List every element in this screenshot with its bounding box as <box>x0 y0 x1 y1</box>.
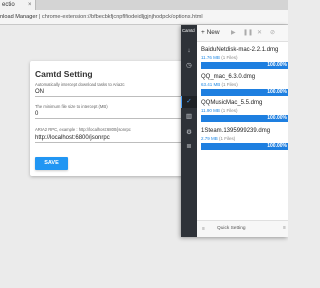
new-task-button[interactable]: + New <box>201 29 220 36</box>
settings-icon[interactable]: ⚙ <box>185 129 193 137</box>
browser-tab-bar: ectio × <box>0 0 288 10</box>
url-text[interactable]: nload Manager | chrome-extension://bfbec… <box>0 12 203 22</box>
auto-intercept-label: Automatically intercept download tasks t… <box>35 82 125 87</box>
save-button[interactable]: SAVE <box>35 157 68 170</box>
trash-icon[interactable]: ▥ <box>185 113 193 121</box>
task-item[interactable]: 1Steam.1395999239.dmg 2.79 MB (1 Files) … <box>201 128 288 154</box>
close-icon[interactable]: × <box>28 0 32 10</box>
task-size: 2.79 MB (1 Files) <box>201 136 236 141</box>
popup-toolbar: + New ▶ ❚❚ ✕ ⊘ <box>197 25 288 42</box>
task-item[interactable]: QQ_mac_6.3.0.dmg 63.41 MB (1 Files) 100.… <box>201 74 288 100</box>
tab-title: ectio <box>2 2 15 8</box>
task-name: BaiduNetdisk-mac-2.2.1.dmg <box>201 47 279 53</box>
delete-icon[interactable]: ✕ <box>257 29 262 36</box>
task-size: 11.90 MB (1 Files) <box>201 108 238 113</box>
brand-logo: Camtd <box>182 28 195 33</box>
extension-popup: Camtd ↓ ◷ ✓ ▥ ⚙ ≣ + New ▶ ❚❚ ✕ ⊘ BaiduNe… <box>181 25 288 237</box>
check-circle-icon[interactable]: ✓ <box>185 98 193 106</box>
task-item[interactable]: QQMusicMac_5.5.dmg 11.90 MB (1 Files) 10… <box>201 100 288 126</box>
task-name: 1Steam.1395999239.dmg <box>201 128 271 134</box>
task-item[interactable]: BaiduNetdisk-mac-2.2.1.dmg 11.76 MB (1 F… <box>201 47 288 73</box>
progress-label: 100.00% <box>267 115 287 121</box>
browser-tab[interactable]: ectio × <box>0 0 36 10</box>
task-progress-bar: 100.00% <box>201 62 288 69</box>
min-size-field[interactable]: 0 <box>35 110 183 119</box>
url-path: chrome-extension://bfbecbkfjcnpflfiodeid… <box>41 14 203 20</box>
quick-setting-button[interactable]: Quick Setting <box>217 226 246 231</box>
pause-icon[interactable]: ❚❚ <box>243 29 253 36</box>
clock-icon[interactable]: ◷ <box>185 62 193 70</box>
address-bar[interactable]: nload Manager | chrome-extension://bfbec… <box>0 10 288 25</box>
settings-title: Camtd Setting <box>35 69 93 79</box>
page-title-prefix: nload Manager <box>0 14 38 20</box>
task-progress-bar: 100.00% <box>201 143 288 150</box>
settings-card: Camtd Setting Automatically intercept do… <box>30 61 193 176</box>
start-icon[interactable]: ▶ <box>231 29 236 36</box>
auto-intercept-field[interactable]: ON <box>35 88 183 97</box>
rpc-field[interactable]: http://localhost:6800/jsonrpc <box>35 134 183 143</box>
task-name: QQ_mac_6.3.0.dmg <box>201 74 256 80</box>
popup-sidebar: Camtd ↓ ◷ ✓ ▥ ⚙ ≣ <box>181 25 197 237</box>
task-progress-bar: 100.00% <box>201 115 288 122</box>
progress-label: 100.00% <box>267 89 287 95</box>
menu-icon[interactable]: ≡ <box>283 225 286 231</box>
popup-footer: ≡ Quick Setting ≡ <box>197 220 288 237</box>
list-icon[interactable]: ≣ <box>185 143 193 151</box>
task-size: 63.41 MB (1 Files) <box>201 82 238 87</box>
download-icon[interactable]: ↓ <box>185 47 193 55</box>
grid-icon[interactable]: ≡ <box>202 226 205 232</box>
task-progress-bar: 100.00% <box>201 89 288 96</box>
min-size-label: The minimum file size to intercept (MB) <box>35 104 108 109</box>
progress-label: 100.00% <box>267 143 287 149</box>
task-size: 11.76 MB (1 Files) <box>201 55 238 60</box>
rpc-label: ARIA2 RPC, example : http://localhost:68… <box>35 127 131 132</box>
task-name: QQMusicMac_5.5.dmg <box>201 100 263 106</box>
screen: ectio × nload Manager | chrome-extension… <box>0 0 288 288</box>
progress-label: 100.00% <box>267 62 287 68</box>
clear-icon[interactable]: ⊘ <box>270 29 275 36</box>
